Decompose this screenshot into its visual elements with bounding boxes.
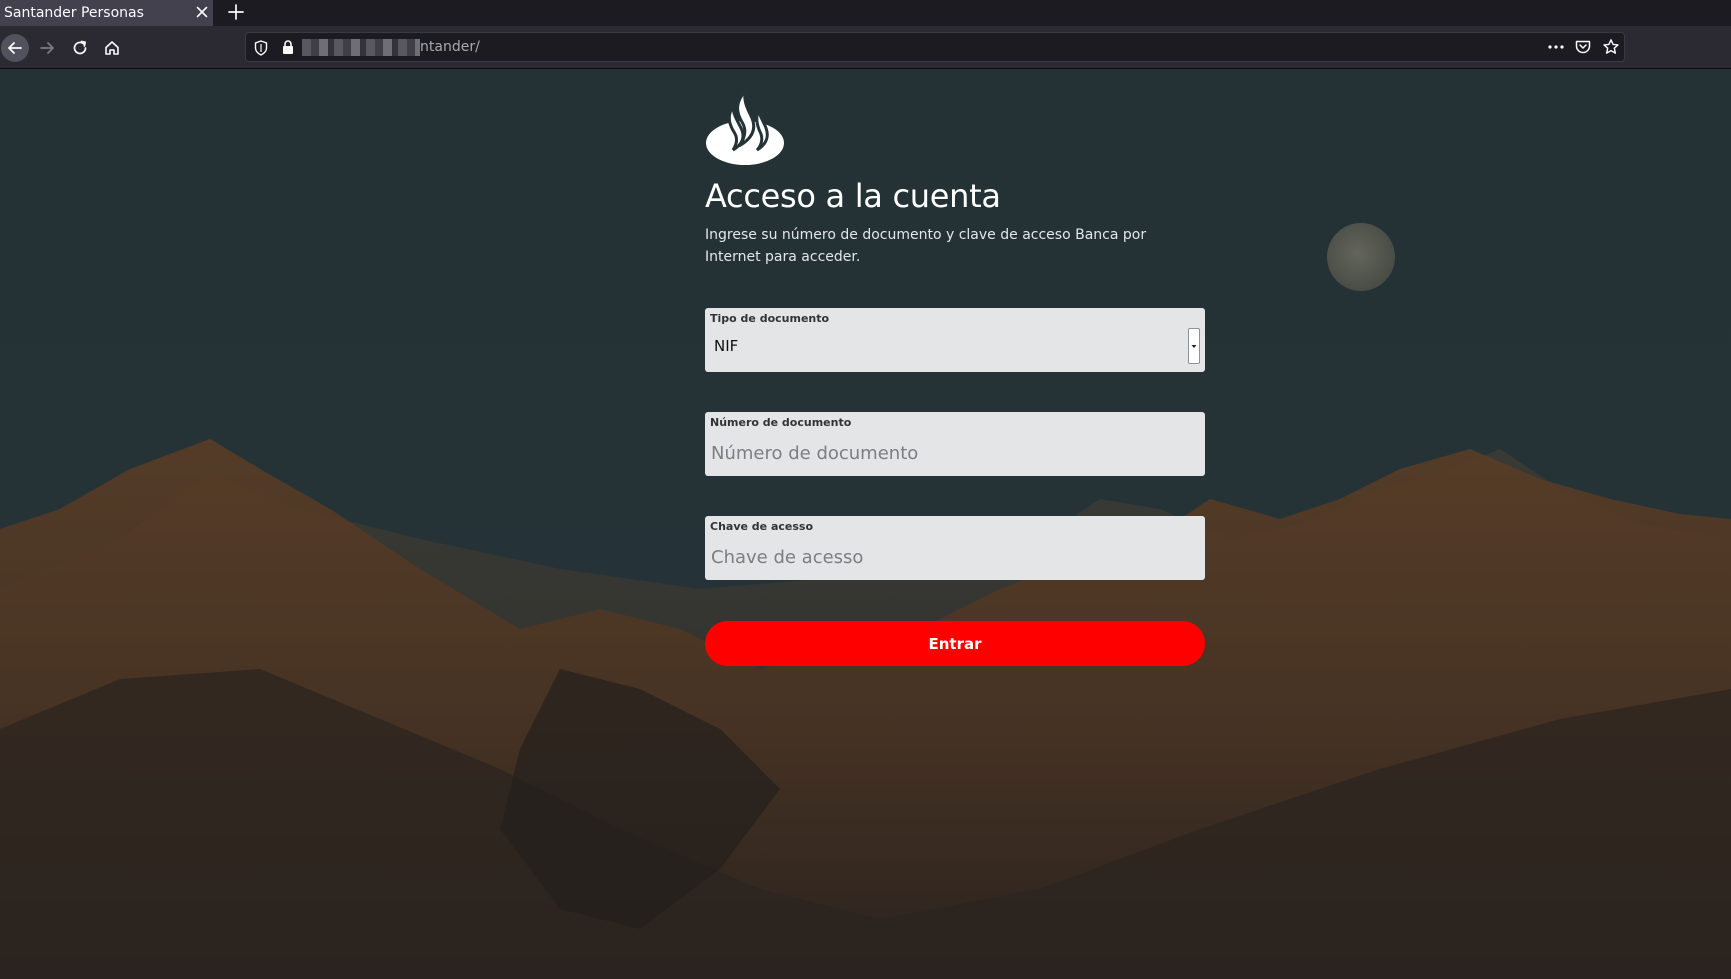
bookmark-star-icon[interactable] <box>1602 38 1620 56</box>
tab-title: Santander Personas <box>4 5 144 21</box>
chevron-down-icon <box>1191 345 1197 348</box>
santander-flame-logo <box>706 88 784 165</box>
page-subtitle: Ingrese su número de documento y clave d… <box>705 227 1147 265</box>
access-key-field: Chave de acesso <box>705 516 1205 580</box>
home-icon <box>105 41 119 55</box>
document-type-label: Tipo de documento <box>710 312 830 325</box>
url-text[interactable]: ntander/ <box>420 39 480 55</box>
forward-arrow-icon <box>40 42 54 54</box>
login-page: Acceso a la cuenta Ingrese su número de … <box>0 69 1731 979</box>
tab-close-icon[interactable] <box>193 3 211 21</box>
home-button[interactable] <box>98 34 126 62</box>
url-redacted-part <box>302 39 420 56</box>
access-key-label: Chave de acesso <box>710 520 814 533</box>
url-bar[interactable]: ntander/ <box>245 32 1625 62</box>
browser-tab[interactable]: Santander Personas <box>0 0 213 26</box>
shield-icon[interactable] <box>254 40 268 56</box>
more-dots-icon[interactable] <box>1546 38 1566 56</box>
pocket-icon[interactable] <box>1574 38 1592 56</box>
access-key-input[interactable] <box>705 538 1205 576</box>
document-number-field: Número de documento <box>705 412 1205 476</box>
document-number-label: Número de documento <box>710 416 852 429</box>
document-type-select[interactable]: NIF <box>710 328 1200 366</box>
reload-button[interactable] <box>66 34 94 62</box>
back-arrow-icon <box>8 42 22 54</box>
nav-bar: ntander/ <box>0 26 1731 69</box>
forward-button[interactable] <box>33 34 61 62</box>
back-button[interactable] <box>1 34 29 62</box>
login-button[interactable]: Entrar <box>705 621 1205 666</box>
page-title: Acceso a la cuenta <box>705 177 1001 215</box>
document-number-input[interactable] <box>705 434 1205 472</box>
tab-bar: Santander Personas <box>0 0 1731 26</box>
moon <box>1327 223 1395 291</box>
dropdown-button[interactable] <box>1188 328 1200 364</box>
document-type-field: Tipo de documento NIF <box>705 308 1205 372</box>
reload-icon <box>73 40 87 55</box>
lock-icon[interactable] <box>282 40 294 55</box>
document-type-value: NIF <box>714 337 739 355</box>
new-tab-icon[interactable] <box>225 1 247 23</box>
